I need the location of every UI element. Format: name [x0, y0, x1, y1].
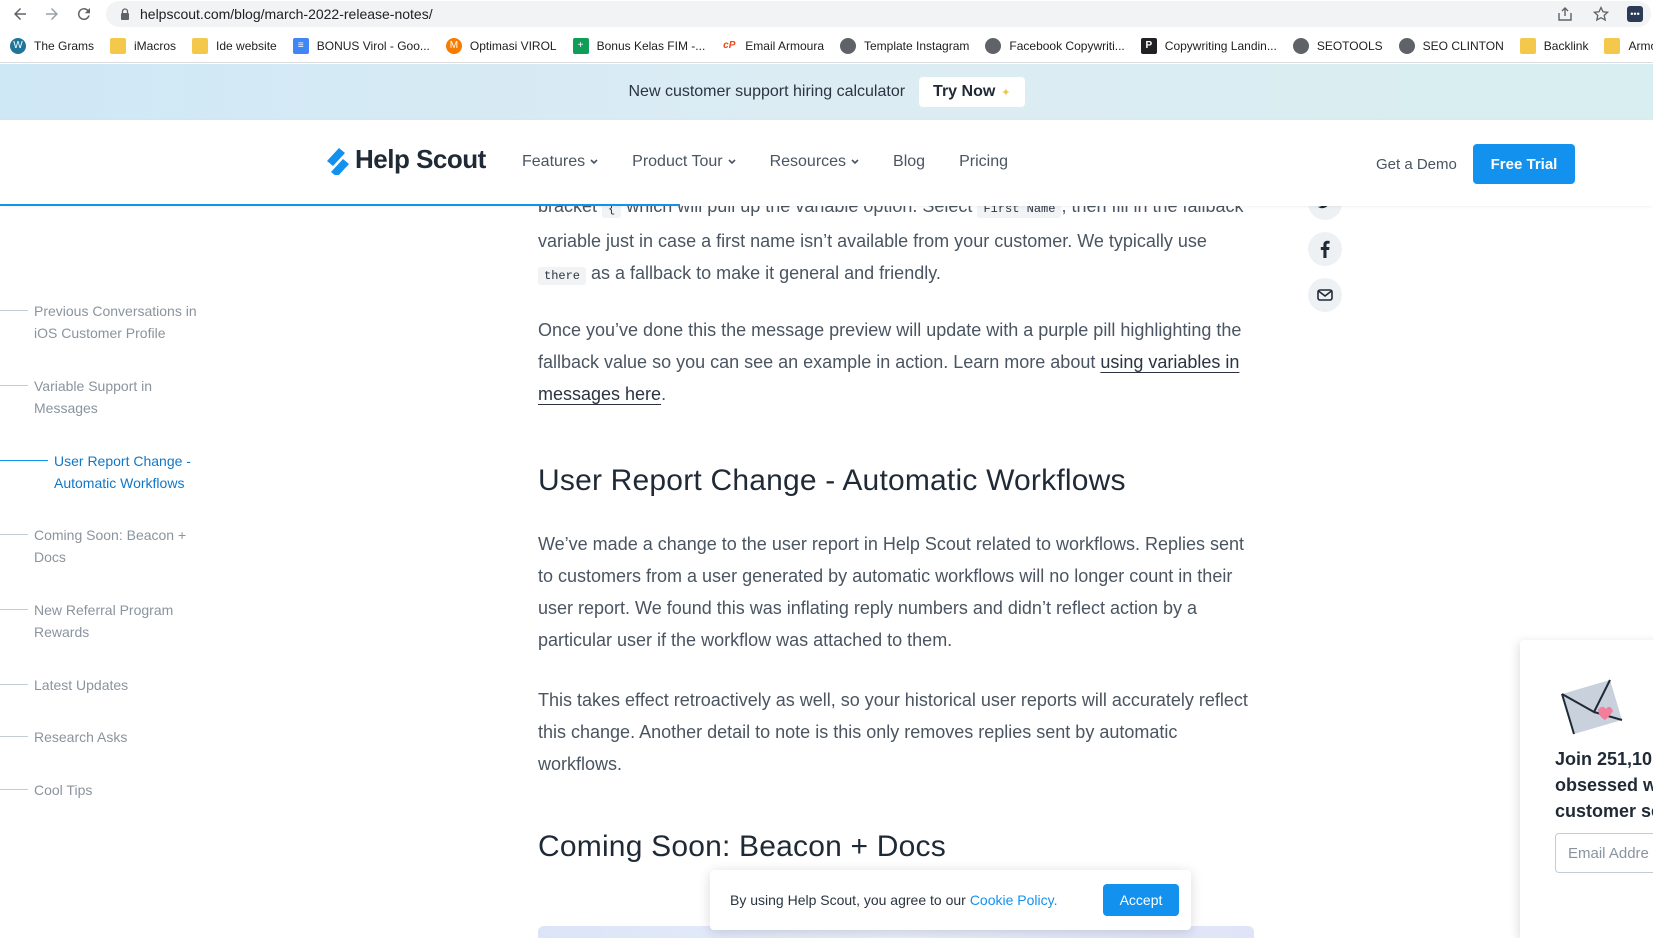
chevron-down-icon [727, 159, 736, 165]
bookmark-item[interactable]: + Bonus Kelas FIM -... [572, 37, 705, 54]
paragraph: We’ve made a change to the user report i… [538, 534, 1245, 650]
promo-text: New customer support hiring calculator [628, 83, 906, 100]
email-icon[interactable] [1308, 278, 1342, 312]
newsletter-title: Join 251,101 obsessed w customer se [1555, 749, 1653, 821]
back-icon[interactable] [8, 2, 32, 26]
google-sheets-icon: + [572, 37, 589, 54]
toc-divider [0, 609, 28, 610]
reload-icon[interactable] [72, 2, 96, 26]
wordpress-icon: W [10, 37, 26, 54]
bookmark-item[interactable]: Backlink [1519, 37, 1588, 54]
toc-item[interactable]: Cool Tips [0, 779, 214, 801]
envelope-icon [1561, 679, 1623, 735]
url-text: helpscout.com/blog/march-2022-release-no… [140, 6, 433, 22]
bookmark-star-icon[interactable] [1591, 4, 1611, 24]
folder-icon [1604, 37, 1621, 54]
paragraph: This takes effect retroactively as well,… [538, 690, 1248, 774]
toc-divider [0, 385, 28, 386]
nav-pricing[interactable]: Pricing [959, 153, 1008, 171]
main-nav: Features Product Tour Resources Blog Pri… [522, 153, 1042, 171]
toc-divider [0, 534, 28, 535]
bookmarks-bar: W The Grams iMacros Ide website ≡ BONUS Vi… [0, 29, 1653, 63]
orange-circle-icon: M [445, 37, 462, 54]
nav-product-tour[interactable]: Product Tour [632, 153, 736, 171]
toc-item[interactable]: Latest Updates [0, 674, 214, 696]
email-address-input[interactable]: Email Addre [1555, 833, 1653, 873]
google-docs-icon: ≡ [292, 37, 309, 54]
inline-code: there [538, 267, 587, 285]
reading-progress-bar [0, 204, 680, 206]
bookmark-item[interactable]: ≡ BONUS Virol - Goo... [292, 37, 430, 54]
help-scout-logo-icon [327, 147, 349, 175]
toc-divider [0, 460, 48, 461]
nav-features[interactable]: Features [522, 153, 598, 171]
lock-icon [121, 8, 129, 20]
browser-toolbar: helpscout.com/blog/march-2022-release-no… [0, 0, 1653, 28]
bookmark-item[interactable]: Facebook Copywriti... [985, 37, 1125, 54]
cookie-consent-bar: By using Help Scout, you agree to our Co… [710, 870, 1191, 930]
forward-icon[interactable] [40, 2, 64, 26]
folder-icon [110, 37, 127, 54]
section-heading: User Report Change - Automatic Workflows [538, 464, 1126, 497]
globe-icon [985, 37, 1002, 54]
nav-blog[interactable]: Blog [893, 153, 925, 171]
bookmark-item[interactable]: SEOTOOLS [1292, 37, 1383, 54]
get-a-demo-link[interactable]: Get a Demo [1376, 156, 1457, 173]
bookmark-item[interactable]: Armoura [1604, 37, 1653, 54]
bookmark-item[interactable]: M Optimasi VIROL [445, 37, 557, 54]
chevron-down-icon [851, 159, 859, 165]
bookmark-item[interactable]: SEO CLINTON [1398, 37, 1504, 54]
toc-divider [0, 736, 28, 737]
logo-text: Help Scout [355, 144, 486, 174]
bookmark-item[interactable]: iMacros [110, 37, 176, 54]
bookmark-item[interactable]: cP Email Armoura [721, 38, 824, 54]
toc-item[interactable]: Previous Conversations in iOS Customer P… [0, 300, 214, 344]
help-scout-logo[interactable]: Help Scout [325, 144, 486, 175]
share-page-icon[interactable] [1555, 4, 1575, 24]
promo-banner: New customer support hiring calculator T… [0, 64, 1653, 120]
section-heading: Coming Soon: Beacon + Docs [538, 830, 946, 863]
toc-item[interactable]: Research Asks [0, 726, 214, 748]
toc-divider [0, 789, 28, 790]
nav-resources[interactable]: Resources [770, 153, 859, 171]
toc-divider [0, 310, 28, 311]
free-trial-button[interactable]: Free Trial [1473, 144, 1575, 184]
toc-item[interactable]: Variable Support in Messages [0, 375, 214, 419]
toc-divider [0, 684, 28, 685]
cp-icon: cP [723, 40, 736, 51]
globe-icon [1398, 37, 1415, 54]
chevron-down-icon [590, 159, 598, 165]
cookie-text: By using Help Scout, you agree to our [730, 892, 966, 908]
site-header: Help Scout Features Product Tour Resourc… [0, 120, 1653, 206]
toc-item[interactable]: New Referral Program Rewards [0, 599, 194, 643]
address-bar[interactable]: helpscout.com/blog/march-2022-release-no… [106, 1, 1651, 27]
toc-item-active[interactable]: User Report Change - Automatic Workflows [0, 450, 214, 494]
folder-icon [1519, 37, 1536, 54]
globe-icon [840, 37, 856, 54]
folder-icon [192, 37, 209, 54]
accept-button[interactable]: Accept [1103, 884, 1179, 916]
sparkle-icon: ✦ [1001, 86, 1011, 99]
bookmark-item[interactable]: P Copywriting Landin... [1140, 37, 1277, 54]
try-now-button[interactable]: Try Now ✦ [919, 77, 1025, 107]
bookmark-item[interactable]: Ide website [192, 37, 277, 54]
newsletter-widget: Join 251,101 obsessed w customer se Emai… [1520, 640, 1653, 938]
facebook-icon[interactable] [1308, 232, 1342, 266]
globe-icon [1292, 37, 1309, 54]
toc-item[interactable]: Coming Soon: Beacon + Docs [0, 524, 199, 568]
cookie-policy-link[interactable]: Cookie Policy. [970, 892, 1058, 908]
bookmark-item[interactable]: W The Grams [10, 37, 94, 54]
p-icon: P [1140, 37, 1157, 54]
bookmark-item[interactable]: Template Instagram [840, 37, 969, 54]
extension-icon[interactable]: ••• [1627, 6, 1643, 22]
paragraph: Once you’ve done this the message previe… [538, 320, 1242, 404]
